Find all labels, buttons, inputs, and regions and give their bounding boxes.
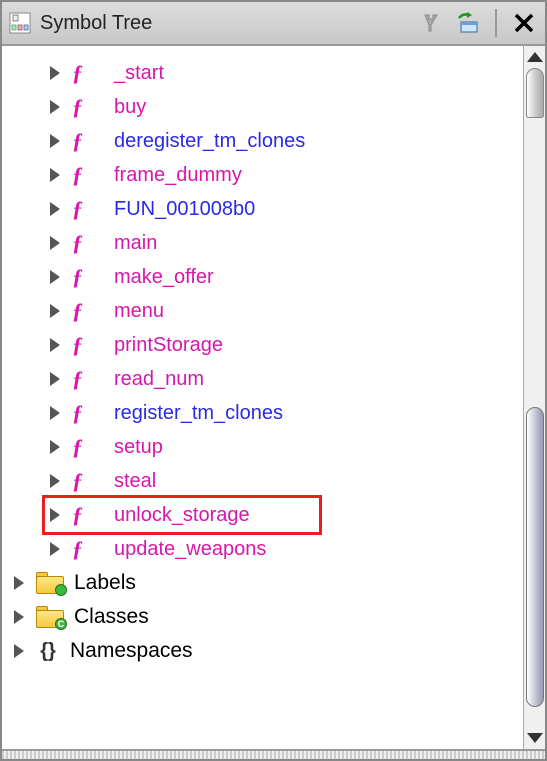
tree-item-function[interactable]: ƒ frame_dummy bbox=[2, 158, 523, 192]
tree-item-function[interactable]: ƒ unlock_storage bbox=[2, 498, 523, 532]
titlebar-buttons bbox=[415, 8, 539, 38]
disclosure-triangle-icon[interactable] bbox=[50, 100, 60, 114]
tree-item-function[interactable]: ƒ _start bbox=[2, 56, 523, 90]
tree-body[interactable]: ƒ_startƒbuyƒderegister_tm_clonesƒframe_d… bbox=[2, 46, 523, 749]
disclosure-triangle-icon[interactable] bbox=[50, 440, 60, 454]
function-icon: ƒ bbox=[72, 264, 96, 290]
function-label: menu bbox=[114, 300, 164, 323]
titlebar: Symbol Tree bbox=[2, 2, 545, 46]
disclosure-triangle-icon[interactable] bbox=[50, 542, 60, 556]
function-icon: ƒ bbox=[72, 468, 96, 494]
disclosure-triangle-icon[interactable] bbox=[50, 338, 60, 352]
disclosure-triangle-icon[interactable] bbox=[50, 134, 60, 148]
panel-title: Symbol Tree bbox=[40, 12, 415, 35]
disclosure-triangle-icon[interactable] bbox=[14, 610, 24, 624]
close-button[interactable] bbox=[509, 8, 539, 38]
tree-item-function[interactable]: ƒ register_tm_clones bbox=[2, 396, 523, 430]
refresh-button[interactable] bbox=[453, 8, 483, 38]
function-label: buy bbox=[114, 96, 146, 119]
function-icon: ƒ bbox=[72, 60, 96, 86]
folder-icon: C bbox=[36, 606, 64, 628]
panel-icon bbox=[8, 11, 32, 35]
function-icon: ƒ bbox=[72, 196, 96, 222]
function-icon: ƒ bbox=[72, 332, 96, 358]
tree-item-function[interactable]: ƒbuy bbox=[2, 90, 523, 124]
function-icon: ƒ bbox=[72, 400, 96, 426]
function-icon: ƒ bbox=[72, 94, 96, 120]
tree-item-function[interactable]: ƒ FUN_001008b0 bbox=[2, 192, 523, 226]
root-item-label: Namespaces bbox=[70, 639, 193, 663]
function-label: frame_dummy bbox=[114, 164, 242, 187]
disclosure-triangle-icon[interactable] bbox=[50, 474, 60, 488]
function-icon: ƒ bbox=[72, 128, 96, 154]
function-label: setup bbox=[114, 436, 163, 459]
function-icon: ƒ bbox=[72, 162, 96, 188]
tree-item-root[interactable]: Labels bbox=[2, 566, 523, 600]
scroll-track[interactable] bbox=[524, 68, 546, 727]
function-label: read_num bbox=[114, 368, 204, 391]
titlebar-divider bbox=[495, 9, 497, 37]
disclosure-triangle-icon[interactable] bbox=[50, 406, 60, 420]
function-icon: ƒ bbox=[72, 536, 96, 562]
function-label: register_tm_clones bbox=[114, 402, 283, 425]
function-label: update_weapons bbox=[114, 538, 266, 561]
root-item-label: Classes bbox=[74, 605, 149, 629]
function-label: steal bbox=[114, 470, 156, 493]
namespace-icon: {} bbox=[36, 640, 60, 662]
tree-item-root[interactable]: {} Namespaces bbox=[2, 634, 523, 668]
disclosure-triangle-icon[interactable] bbox=[50, 372, 60, 386]
function-label: make_offer bbox=[114, 266, 214, 289]
function-label: unlock_storage bbox=[114, 504, 250, 527]
function-icon: ƒ bbox=[72, 230, 96, 256]
tree-item-function[interactable]: ƒ read_num bbox=[2, 362, 523, 396]
tree-item-function[interactable]: ƒsteal bbox=[2, 464, 523, 498]
function-icon: ƒ bbox=[72, 298, 96, 324]
disclosure-triangle-icon[interactable] bbox=[50, 66, 60, 80]
folder-icon bbox=[36, 572, 64, 594]
function-label: main bbox=[114, 232, 157, 255]
disclosure-triangle-icon[interactable] bbox=[50, 270, 60, 284]
resize-bar[interactable] bbox=[2, 749, 545, 759]
function-label: FUN_001008b0 bbox=[114, 198, 255, 221]
function-label: printStorage bbox=[114, 334, 223, 357]
function-label: _start bbox=[114, 62, 164, 85]
link-button[interactable] bbox=[415, 8, 445, 38]
scroll-thumb[interactable] bbox=[526, 68, 544, 118]
scroll-up-icon[interactable] bbox=[527, 52, 543, 62]
disclosure-triangle-icon[interactable] bbox=[50, 236, 60, 250]
tree-container: ƒ_startƒbuyƒderegister_tm_clonesƒframe_d… bbox=[2, 46, 545, 749]
tree-item-function[interactable]: ƒmenu bbox=[2, 294, 523, 328]
function-icon: ƒ bbox=[72, 366, 96, 392]
disclosure-triangle-icon[interactable] bbox=[50, 202, 60, 216]
function-icon: ƒ bbox=[72, 434, 96, 460]
tree-item-function[interactable]: ƒsetup bbox=[2, 430, 523, 464]
disclosure-triangle-icon[interactable] bbox=[50, 304, 60, 318]
disclosure-triangle-icon[interactable] bbox=[14, 644, 24, 658]
function-label: deregister_tm_clones bbox=[114, 130, 305, 153]
scroll-down-icon[interactable] bbox=[527, 733, 543, 743]
function-icon: ƒ bbox=[72, 502, 96, 528]
tree-item-function[interactable]: ƒmain bbox=[2, 226, 523, 260]
scrollbar[interactable] bbox=[523, 46, 545, 749]
scroll-thumb[interactable] bbox=[526, 407, 544, 707]
disclosure-triangle-icon[interactable] bbox=[50, 508, 60, 522]
tree-item-function[interactable]: ƒ deregister_tm_clones bbox=[2, 124, 523, 158]
root-item-label: Labels bbox=[74, 571, 136, 595]
symbol-tree-panel: Symbol Tree bbox=[0, 0, 547, 761]
tree-item-function[interactable]: ƒ printStorage bbox=[2, 328, 523, 362]
tree-item-root[interactable]: C Classes bbox=[2, 600, 523, 634]
disclosure-triangle-icon[interactable] bbox=[14, 576, 24, 590]
tree-item-function[interactable]: ƒ make_offer bbox=[2, 260, 523, 294]
disclosure-triangle-icon[interactable] bbox=[50, 168, 60, 182]
tree-item-function[interactable]: ƒ update_weapons bbox=[2, 532, 523, 566]
